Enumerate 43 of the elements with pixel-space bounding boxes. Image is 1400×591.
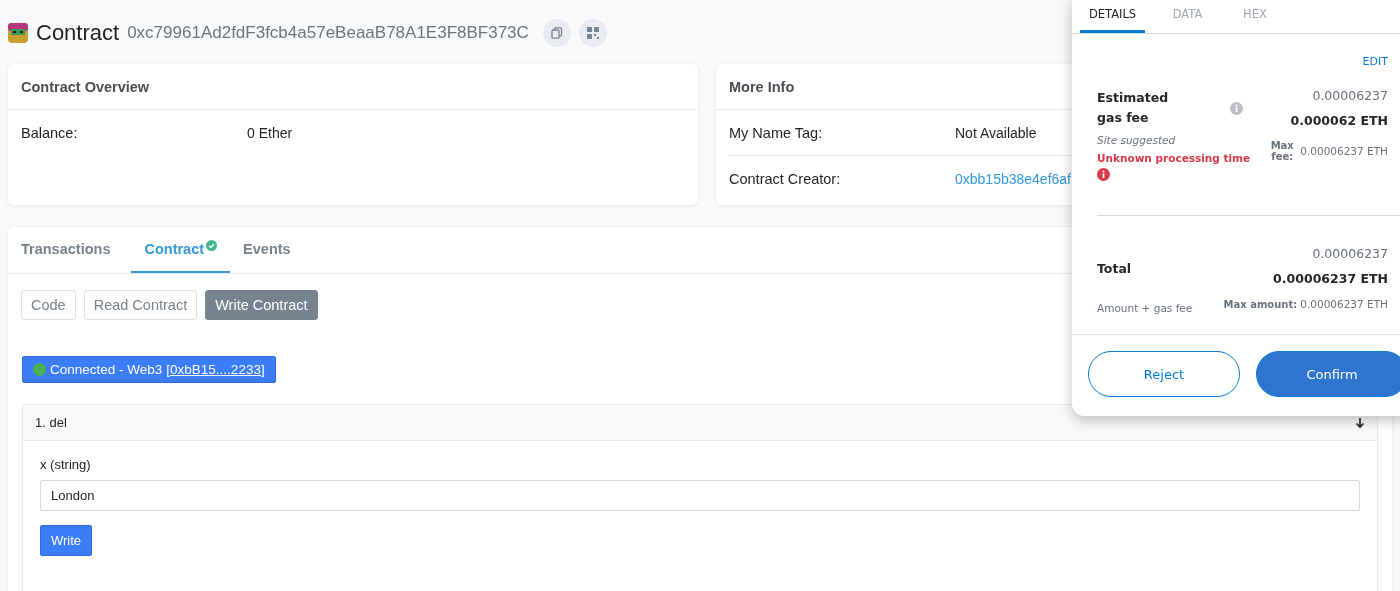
input-label: x (string) [40,457,91,472]
field-value: Not Available [955,124,1037,141]
function-header[interactable]: 1. del [23,405,1377,441]
connected-button[interactable]: Connected - Web3 [0xbB15....2233] [22,356,276,383]
page-title: Contract [36,20,120,46]
function-title: 1. del [35,415,67,430]
fee-amount-eth: 0.00006237 ETH [1273,271,1388,286]
tab[interactable]: Contract [131,227,231,273]
max-label: Max amount: [1223,298,1298,310]
tab[interactable]: Transactions [21,227,124,273]
sub-tab-button[interactable]: Read Contract [83,290,198,320]
confirm-button[interactable]: Confirm [1256,351,1400,397]
gas-fee-label: Estimated gas fee [1097,89,1170,127]
creator-address-link[interactable]: 0xbb15b38e4ef6af [955,171,1071,187]
fee-note: Amount + gas fee [1097,302,1194,314]
dialog-tab[interactable]: HEX [1230,7,1280,33]
dialog-tab[interactable]: DATA [1145,7,1230,33]
fee-amount: 0.00006237 [1312,246,1388,261]
fee-amount: 0.00006237 [1312,88,1388,103]
field-label: Balance: [21,125,79,141]
tab[interactable]: Events [230,227,304,273]
warning-text: Unknown processing time [1097,152,1252,164]
write-button[interactable]: Write [40,525,93,556]
field-label: My Name Tag: [729,124,824,141]
contract-address: 0xc79961Ad2fdF3fcb4a57eBeaaB78A1E3F8BF373C [127,23,529,43]
connection-status: Connected - Web3 [50,362,163,377]
field-value: 0 Ether [247,125,293,141]
card-title: More Info [729,78,795,95]
fee-note: Site suggested [1097,134,1177,146]
input-field[interactable]: London [40,480,1360,511]
reject-button[interactable]: Reject [1088,351,1240,397]
account-link[interactable]: [0xbB15....2233] [166,362,265,377]
max-label: Max fee: [1269,140,1295,162]
total-label: Total [1097,260,1133,278]
field-label: Contract Creator: [729,171,842,187]
dialog-tab[interactable]: DETAILS [1080,7,1145,33]
max-value: 0.00006237 ETH [1300,145,1388,157]
edit-link[interactable]: EDIT [1097,55,1388,68]
sub-tab-button[interactable]: Write Contract [205,290,318,320]
fee-amount-eth: 0.000062 ETH [1290,113,1388,128]
card-title: Contract Overview [21,78,150,95]
max-value: 0.00006237 ETH [1300,298,1388,310]
sub-tab-button[interactable]: Code [21,290,76,320]
